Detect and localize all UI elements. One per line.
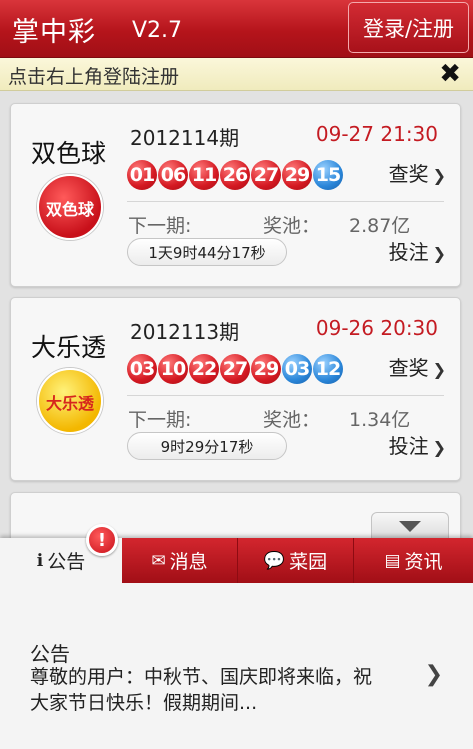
login-register-button[interactable]: 登录/注册 (348, 2, 469, 53)
lottery-card-ssq[interactable]: 双色球 双色球 2012114期 09-27 21:30 01 06 11 26… (10, 103, 461, 287)
draw-time: 09-26 20:30 (315, 316, 438, 340)
top-bar: 掌中彩 V2.7 登录/注册 (0, 0, 473, 58)
ball-red: 22 (189, 354, 219, 384)
tab-bar: ℹ 公告 ✉ 消息 💬 菜园 ▤ 资讯 (0, 538, 473, 583)
info-icon: ℹ (36, 550, 44, 571)
login-hint-bar: 点击右上角登陆注册 ✖ (0, 58, 473, 91)
tab-garden[interactable]: 💬 菜园 (238, 538, 354, 583)
tab-label: 资讯 (404, 551, 443, 573)
lottery-card-dlt[interactable]: 大乐透 大乐透 2012113期 09-26 20:30 03 10 22 27… (10, 297, 461, 481)
lottery-name: 双色球 (31, 139, 107, 168)
next-issue-label: 下一期: (128, 215, 192, 237)
countdown-timer: 9时29分17秒 (127, 432, 287, 460)
tab-label: 公告 (47, 551, 86, 573)
collapse-panel-handle[interactable] (371, 512, 449, 540)
chevron-down-icon (399, 520, 421, 532)
notice-title: 公告 (30, 642, 70, 666)
notification-badge: ! (86, 524, 118, 556)
chevron-right-icon[interactable]: ❯ (425, 662, 443, 687)
bet-link[interactable]: 投注 ❯ (389, 430, 446, 459)
check-prize-link[interactable]: 查奖 ❯ (389, 158, 446, 187)
app-title: 掌中彩 (12, 17, 96, 48)
tab-news[interactable]: ▤ 资讯 (354, 538, 473, 583)
divider (127, 395, 444, 396)
ball-red: 03 (127, 354, 157, 384)
pool-label: 奖池： (263, 409, 321, 431)
app-version: V2.7 (132, 18, 183, 43)
check-prize-link[interactable]: 查奖 ❯ (389, 352, 446, 381)
chevron-right-icon: ❯ (432, 438, 446, 457)
envelope-icon: ✉ (151, 550, 166, 571)
ball-red: 11 (189, 160, 219, 190)
tab-label: 消息 (169, 551, 208, 573)
ball-blue: 15 (313, 160, 343, 190)
pool-value: 2.87亿 (349, 215, 411, 237)
check-prize-label: 查奖 (388, 356, 429, 380)
divider (127, 201, 444, 202)
ball-blue: 12 (313, 354, 343, 384)
tab-label: 菜园 (289, 551, 328, 573)
tab-messages[interactable]: ✉ 消息 (122, 538, 238, 583)
chat-bubble-icon: 💬 (263, 550, 286, 571)
ball-red: 27 (220, 354, 250, 384)
bet-label: 投注 (388, 240, 429, 264)
chevron-right-icon: ❯ (432, 166, 446, 185)
draw-time: 09-27 21:30 (315, 122, 438, 146)
ball-red: 29 (282, 160, 312, 190)
pool-value: 1.34亿 (349, 409, 411, 431)
issue-number: 2012114期 (130, 126, 240, 150)
login-hint-text: 点击右上角登陆注册 (8, 66, 180, 88)
check-prize-label: 查奖 (388, 162, 429, 186)
lottery-name: 大乐透 (31, 333, 107, 362)
ball-red: 10 (158, 354, 188, 384)
ball-red: 26 (220, 160, 250, 190)
info-panel: ℹ 公告 ✉ 消息 💬 菜园 ▤ 资讯 ! 公告 尊敬的用户：中秋节、国庆即将来… (0, 524, 473, 749)
bet-label: 投注 (388, 434, 429, 458)
issue-number: 2012113期 (130, 320, 240, 344)
ball-red: 27 (251, 160, 281, 190)
bet-link[interactable]: 投注 ❯ (389, 236, 446, 265)
document-icon: ▤ (384, 550, 401, 571)
ball-red: 06 (158, 160, 188, 190)
notice-body[interactable]: 尊敬的用户：中秋节、国庆即将来临，祝大家节日快乐！假期期间... (30, 664, 390, 716)
ssq-logo-text: 双色球 (45, 200, 94, 219)
close-icon[interactable]: ✖ (439, 59, 461, 89)
countdown-timer: 1天9时44分17秒 (127, 238, 287, 266)
ssq-logo: 双色球 (37, 174, 103, 240)
pool-label: 奖池： (263, 215, 321, 237)
chevron-right-icon: ❯ (432, 244, 446, 263)
chevron-right-icon: ❯ (432, 360, 446, 379)
dlt-logo-text: 大乐透 (45, 394, 94, 413)
ball-red: 29 (251, 354, 281, 384)
ball-red: 01 (127, 160, 157, 190)
dlt-logo: 大乐透 (37, 368, 103, 434)
winning-numbers: 03 10 22 27 29 03 12 (127, 354, 343, 384)
next-issue-label: 下一期: (128, 409, 192, 431)
ball-blue: 03 (282, 354, 312, 384)
winning-numbers: 01 06 11 26 27 29 15 (127, 160, 343, 190)
